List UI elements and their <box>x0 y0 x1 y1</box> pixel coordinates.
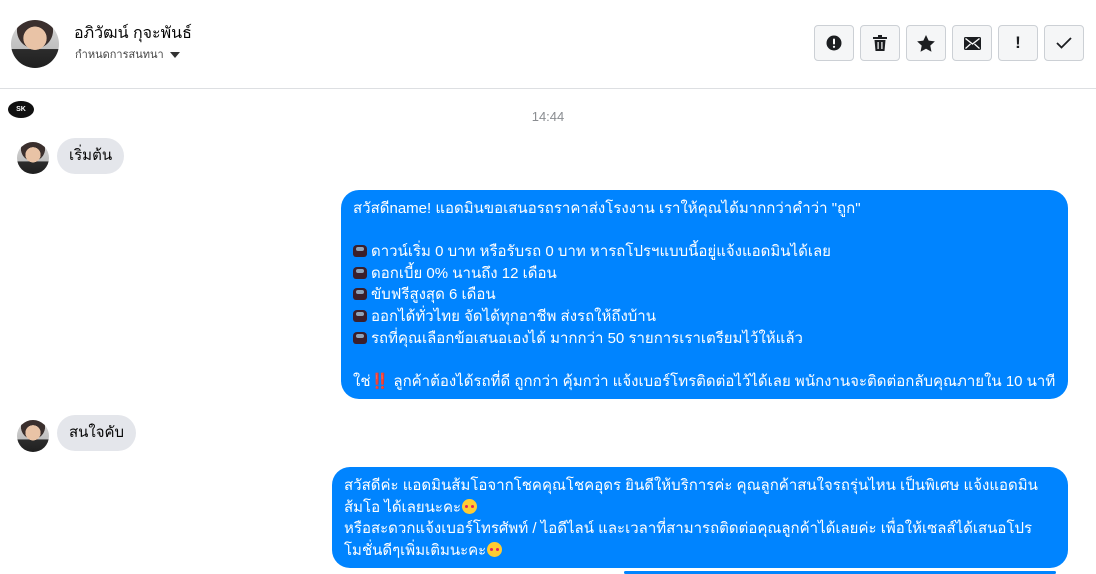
star-icon <box>917 34 935 52</box>
alert-circle-icon <box>826 35 842 51</box>
outgoing-message[interactable]: สวัสดีค่ะ แอดมินส้มโอจากโชคคุณโชคอุดร ยิ… <box>332 467 1068 568</box>
message-line: ดอกเบี้ย 0% นานถึง 12 เดือน <box>353 263 1056 285</box>
mail-icon <box>963 36 981 50</box>
message-line: ออกได้ทั่วไทย จัดได้ทุกอาชีพ ส่งรถให้ถึง… <box>353 306 1056 328</box>
outgoing-message[interactable]: สวัสดีname! แอดมินขอเสนอรถราคาส่งโรงงาน … <box>341 190 1068 399</box>
mark-unread-button[interactable] <box>952 25 992 61</box>
smiling-face-with-hearts-icon <box>462 498 478 514</box>
contact-name[interactable]: อภิวัฒน์ กุจะพันธ์ <box>74 21 192 46</box>
message-line: สวัสดีค่ะ แอดมินส้มโอจากโชคคุณโชคอุดร ยิ… <box>344 477 1038 494</box>
car-icon <box>353 245 367 258</box>
message-line: โมชั่นดีๆเพิ่มเติมนะคะ <box>344 540 1056 562</box>
delete-button[interactable] <box>860 25 900 61</box>
message-timestamp: 14:44 <box>531 109 565 124</box>
car-icon <box>353 266 367 279</box>
assign-conversation-dropdown[interactable]: กำหนดการสนทนา <box>75 45 180 63</box>
trash-icon <box>873 35 887 51</box>
car-icon <box>353 309 367 322</box>
conversation-header: อภิวัฒน์ กุจะพันธ์ กำหนดการสนทนา ! <box>0 0 1096 89</box>
follow-up-button[interactable]: ! <box>998 25 1038 61</box>
message-line: ส้มโอ ได้เลยนะคะ <box>344 497 1056 519</box>
message-line: รถที่คุณเลือกข้อเสนอเองได้ มากกว่า 50 รา… <box>353 328 1056 350</box>
car-icon <box>353 288 367 301</box>
exclamation-icon: ! <box>1015 33 1021 52</box>
message-line: สวัสดีname! แอดมินขอเสนอรถราคาส่งโรงงาน … <box>353 200 861 217</box>
header-actions: ! <box>814 25 1084 61</box>
message-line: ดาวน์เริ่ม 0 บาท หรือรับรถ 0 บาท หารถโปร… <box>353 241 1056 263</box>
incoming-message[interactable]: เริ่มต้น <box>57 138 125 174</box>
smiling-face-with-hearts-icon <box>487 541 503 557</box>
star-button[interactable] <box>906 25 946 61</box>
message-line: ใช่‼️ ลูกค้าต้องได้รถที่ดี ถูกกว่า คุ้มก… <box>353 372 1056 390</box>
assign-label: กำหนดการสนทนา <box>75 49 164 61</box>
double-exclamation-icon: ‼️ <box>370 372 390 390</box>
contact-avatar-small <box>17 420 49 452</box>
caret-down-icon <box>169 51 180 58</box>
spam-button[interactable] <box>814 25 854 61</box>
contact-avatar[interactable] <box>11 20 59 68</box>
message-line: หรือสะดวกแจ้งเบอร์โทรศัพท์ / ไอดีไลน์ แล… <box>344 520 1033 538</box>
check-icon <box>1056 37 1072 49</box>
mark-done-button[interactable] <box>1044 25 1084 61</box>
incoming-message[interactable]: สนใจคับ <box>57 415 137 451</box>
car-icon <box>353 331 367 344</box>
contact-avatar-small <box>17 142 49 174</box>
message-line: ขับฟรีสูงสุด 6 เดือน <box>353 284 1056 306</box>
